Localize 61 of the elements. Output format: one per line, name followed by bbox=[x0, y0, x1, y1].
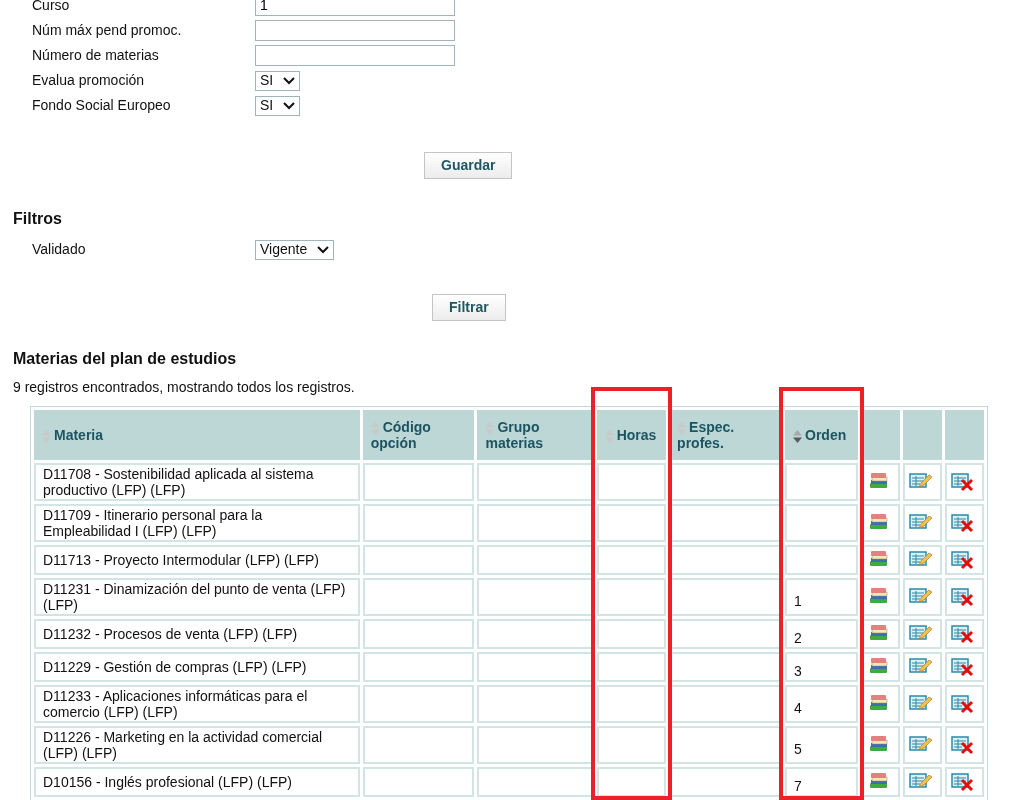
text-field[interactable] bbox=[255, 20, 455, 41]
chevron-down-icon bbox=[283, 76, 296, 85]
filter-button[interactable]: Filtrar bbox=[432, 294, 506, 321]
dropdown[interactable]: SI bbox=[255, 70, 301, 91]
table-cell: 3 bbox=[785, 652, 858, 682]
table-cell bbox=[596, 652, 667, 682]
column-header bbox=[944, 410, 984, 460]
table-delete-icon[interactable] bbox=[950, 513, 975, 533]
column-header[interactable]: Materia bbox=[34, 410, 360, 460]
table-delete-icon[interactable] bbox=[950, 735, 975, 755]
column-header[interactable]: Código opción bbox=[362, 410, 475, 460]
column-header[interactable]: Horas bbox=[596, 410, 667, 460]
field-label: Validado bbox=[32, 240, 87, 259]
column-header bbox=[902, 410, 942, 460]
table-delete-icon[interactable] bbox=[950, 472, 975, 492]
table-cell: D11233 - Aplicaciones informáticas para el comercio (LFP) (LFP) bbox=[34, 685, 360, 723]
table-cell: 1 bbox=[785, 578, 858, 616]
section-title: Materias del plan de estudios bbox=[13, 349, 238, 369]
table-cell bbox=[596, 578, 667, 616]
table-cell bbox=[596, 463, 667, 501]
table-delete-icon[interactable] bbox=[950, 550, 975, 570]
table-cell: 7 bbox=[785, 767, 858, 797]
field-label: Evalua promoción bbox=[32, 71, 146, 90]
column-header[interactable]: Espec. profes. bbox=[669, 410, 782, 460]
table-cell: 4 bbox=[785, 685, 858, 723]
field-label: Número de materias bbox=[32, 46, 160, 65]
table-delete-icon[interactable] bbox=[950, 694, 975, 714]
section-title: Filtros bbox=[13, 209, 63, 229]
table-cell bbox=[596, 504, 667, 542]
table-cell: D10156 - Inglés profesional (LFP) (LFP) bbox=[34, 767, 360, 797]
table-cell bbox=[596, 619, 667, 649]
table-cell bbox=[596, 685, 667, 723]
table-cell: D11226 - Marketing en la actividad comercial (LFP) (LFP) bbox=[34, 726, 360, 764]
field-label: Núm máx pend promoc. bbox=[32, 21, 183, 40]
table-cell: D11232 - Procesos de venta (LFP) (LFP) bbox=[34, 619, 360, 649]
table-delete-icon[interactable] bbox=[950, 772, 975, 792]
table-delete-icon[interactable] bbox=[950, 657, 975, 677]
field-label: Fondo Social Europeo bbox=[32, 96, 172, 115]
table-cell: 5 bbox=[785, 726, 858, 764]
text-field[interactable]: 1 bbox=[255, 0, 455, 16]
record-count: 9 registros encontrados, mostrando todos los registros. bbox=[13, 378, 356, 397]
table-delete-icon[interactable] bbox=[950, 624, 975, 644]
chevron-down-icon bbox=[283, 101, 296, 110]
table-cell: D11229 - Gestión de compras (LFP) (LFP) bbox=[34, 652, 360, 682]
dropdown[interactable]: Vigente bbox=[255, 239, 335, 260]
table-cell: D11231 - Dinamización del punto de venta (LFP) (LFP) bbox=[34, 578, 360, 616]
save-button[interactable]: Guardar bbox=[424, 152, 513, 179]
field-label: Curso bbox=[32, 0, 71, 15]
table-cell bbox=[596, 545, 667, 575]
table-cell bbox=[596, 767, 667, 797]
column-header[interactable]: Grupo materias bbox=[477, 410, 594, 460]
table-delete-icon[interactable] bbox=[950, 587, 975, 607]
table-cell: D11708 - Sostenibilidad aplicada al sistema productivo (LFP) (LFP) bbox=[34, 463, 360, 501]
column-header[interactable]: Orden bbox=[785, 410, 858, 460]
table-cell: 2 bbox=[785, 619, 858, 649]
text-field[interactable] bbox=[255, 45, 455, 66]
table-cell: D11709 - Itinerario personal para la Empleabilidad I (LFP) (LFP) bbox=[34, 504, 360, 542]
dropdown[interactable]: SI bbox=[255, 95, 301, 116]
table-cell: D11713 - Proyecto Intermodular (LFP) (LFP) bbox=[34, 545, 360, 575]
table-cell bbox=[596, 726, 667, 764]
chevron-down-icon bbox=[317, 245, 330, 254]
